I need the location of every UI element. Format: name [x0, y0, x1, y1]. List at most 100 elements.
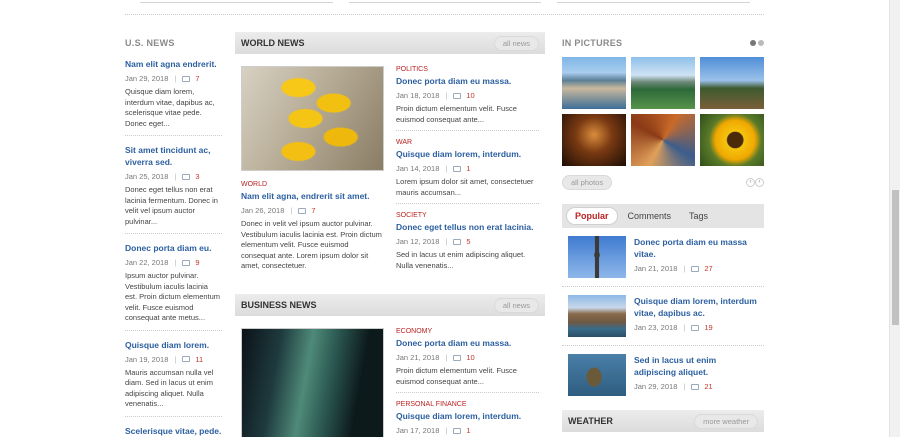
article-date: Jan 23, 2018 — [634, 323, 678, 332]
photo-thumb-cellar[interactable] — [562, 114, 626, 166]
article-link[interactable]: Donec porta diam eu massa. — [396, 337, 539, 349]
comment-count[interactable]: 19 — [704, 323, 712, 332]
comment-count[interactable]: 11 — [195, 355, 203, 364]
section-title: BUSINESS NEWS — [241, 300, 317, 310]
photo-thumb-lake[interactable] — [631, 57, 695, 109]
list-item: SOCIETY Donec eget tellus non erat lacin… — [396, 212, 539, 276]
comment-icon — [691, 265, 700, 272]
article-link[interactable]: Quisque diam lorem, interdum. — [396, 410, 539, 422]
slider-dots[interactable] — [748, 39, 764, 48]
comment-icon — [691, 324, 700, 331]
all-photos-button[interactable]: all photos — [562, 174, 613, 190]
comment-count[interactable]: 10 — [466, 91, 474, 100]
scrollbar-thumb[interactable] — [892, 190, 899, 325]
article-date: Jan 26, 2018 — [241, 206, 285, 215]
article-date: Jan 21, 2018 — [396, 353, 440, 362]
article-link[interactable]: Sit amet tincidunt ac, viverra sed. — [125, 144, 222, 168]
article-link[interactable]: Donec porta diam eu massa vitae. — [634, 236, 758, 260]
popular-thumb-canal[interactable] — [568, 295, 626, 337]
article-excerpt: Donec in velit vel ipsum auctor pulvinar… — [241, 219, 382, 270]
article-category[interactable]: PERSONAL FINANCE — [396, 401, 539, 408]
featured-image-building[interactable] — [241, 328, 384, 437]
list-item: Quisque diam lorem, interdum vitae, dapi… — [562, 287, 764, 346]
article-category[interactable]: SOCIETY — [396, 212, 539, 219]
all-news-button[interactable]: all news — [493, 35, 539, 51]
article-date: Jan 14, 2018 — [396, 164, 440, 173]
article-category[interactable]: WAR — [396, 139, 539, 146]
comment-icon — [182, 356, 191, 362]
more-weather-button[interactable]: more weather — [694, 413, 758, 429]
chevron-left-icon[interactable]: ‹ — [746, 177, 755, 187]
in-pictures-header: IN PICTURES — [562, 32, 764, 54]
comment-count[interactable]: 27 — [704, 264, 712, 273]
article-category[interactable]: POLITICS — [396, 66, 539, 73]
section-title: U.S. NEWS — [125, 38, 175, 48]
comment-icon — [182, 75, 191, 82]
comment-count[interactable]: 1 — [466, 426, 470, 435]
business-news-header: BUSINESS NEWS all news — [235, 294, 545, 316]
comment-count[interactable]: 10 — [466, 353, 474, 362]
comment-icon — [453, 238, 462, 245]
photo-thumb-coast[interactable] — [562, 57, 626, 109]
us-news-column: U.S. NEWS Nam elit agna endrerit. Jan 29… — [125, 32, 222, 437]
photo-thumb-windmill[interactable] — [700, 57, 764, 109]
section-title: IN PICTURES — [562, 38, 623, 48]
list-item: Scelerisque vitae, pede. — [125, 425, 222, 437]
comment-count[interactable]: 3 — [195, 172, 199, 181]
article-excerpt: Donec eget tellus non erat lacinia ferme… — [125, 185, 218, 226]
list-item: Donec porta diam eu massa vitae. Jan 21,… — [562, 228, 764, 287]
comment-count[interactable]: 7 — [311, 206, 315, 215]
article-link[interactable]: Quisque diam lorem, interdum vitae, dapi… — [634, 295, 758, 319]
article-link[interactable]: Nam elit agna endrerit. — [125, 58, 222, 70]
list-item: Sit amet tincidunt ac, viverra sed. Jan … — [125, 144, 222, 234]
article-date: Jan 25, 2018 — [125, 172, 169, 181]
article-category[interactable]: ECONOMY — [396, 328, 539, 335]
list-item: POLITICS Donec porta diam eu massa. Jan … — [396, 66, 539, 131]
article-date: Jan 21, 2018 — [634, 264, 678, 273]
article-date: Jan 12, 2018 — [396, 237, 440, 246]
comment-icon — [453, 427, 462, 434]
top-nav-bars — [140, 0, 751, 3]
article-excerpt: Proin dictum elementum velit. Fusce euis… — [396, 104, 517, 124]
featured-image-cheese[interactable] — [241, 66, 384, 171]
tab-tags[interactable]: Tags — [681, 208, 716, 224]
article-link[interactable]: Sed in lacus ut enim adipiscing aliquet. — [634, 354, 758, 378]
world-news-column: WORLD NEWS all news WORLD Nam elit agna,… — [235, 32, 545, 437]
photo-thumb-arch[interactable] — [631, 114, 695, 166]
article-category[interactable]: WORLD — [241, 181, 384, 188]
popular-thumb-duck[interactable] — [568, 354, 626, 396]
comment-count[interactable]: 1 — [466, 164, 470, 173]
article-link[interactable]: Donec eget tellus non erat lacinia. — [396, 221, 539, 233]
popular-thumb-tower[interactable] — [568, 236, 626, 278]
comment-count[interactable]: 7 — [195, 74, 199, 83]
divider — [125, 14, 764, 15]
page-scrollbar[interactable] — [889, 0, 900, 437]
article-link[interactable]: Scelerisque vitae, pede. — [125, 425, 222, 437]
tab-popular[interactable]: Popular — [566, 207, 618, 225]
all-news-button[interactable]: all news — [493, 297, 539, 313]
article-link[interactable]: Quisque diam lorem, interdum. — [396, 148, 539, 160]
article-date: Jan 22, 2018 — [125, 258, 169, 267]
comment-count[interactable]: 5 — [466, 237, 470, 246]
section-title: WEATHER — [568, 416, 613, 426]
comment-count[interactable]: 9 — [195, 258, 199, 267]
section-title: WORLD NEWS — [241, 38, 305, 48]
article-link[interactable]: Nam elit agna, endrerit sit amet. — [241, 190, 384, 202]
comment-count[interactable]: 21 — [704, 382, 712, 391]
article-link[interactable]: Donec porta diam eu massa. — [396, 75, 539, 87]
article-link[interactable]: Quisque diam lorem. — [125, 339, 222, 351]
article-excerpt: Quisque diam lorem, interdum vitae, dapi… — [125, 87, 215, 128]
article-date: Jan 19, 2018 — [125, 354, 169, 364]
tab-comments[interactable]: Comments — [620, 208, 680, 224]
photo-thumb-sunflower[interactable] — [700, 114, 764, 166]
weather-header: WEATHER more weather — [562, 410, 764, 432]
comment-icon — [453, 165, 462, 172]
article-link[interactable]: Donec porta diam eu. — [125, 242, 222, 254]
comment-icon — [182, 173, 191, 180]
world-news-header: WORLD NEWS all news — [235, 32, 545, 54]
chevron-right-icon[interactable]: › — [755, 177, 764, 187]
comment-icon — [298, 207, 307, 214]
list-item: WAR Quisque diam lorem, interdum. Jan 14… — [396, 139, 539, 204]
list-item: PERSONAL FINANCE Quisque diam lorem, int… — [396, 401, 539, 437]
comment-icon — [453, 92, 462, 99]
